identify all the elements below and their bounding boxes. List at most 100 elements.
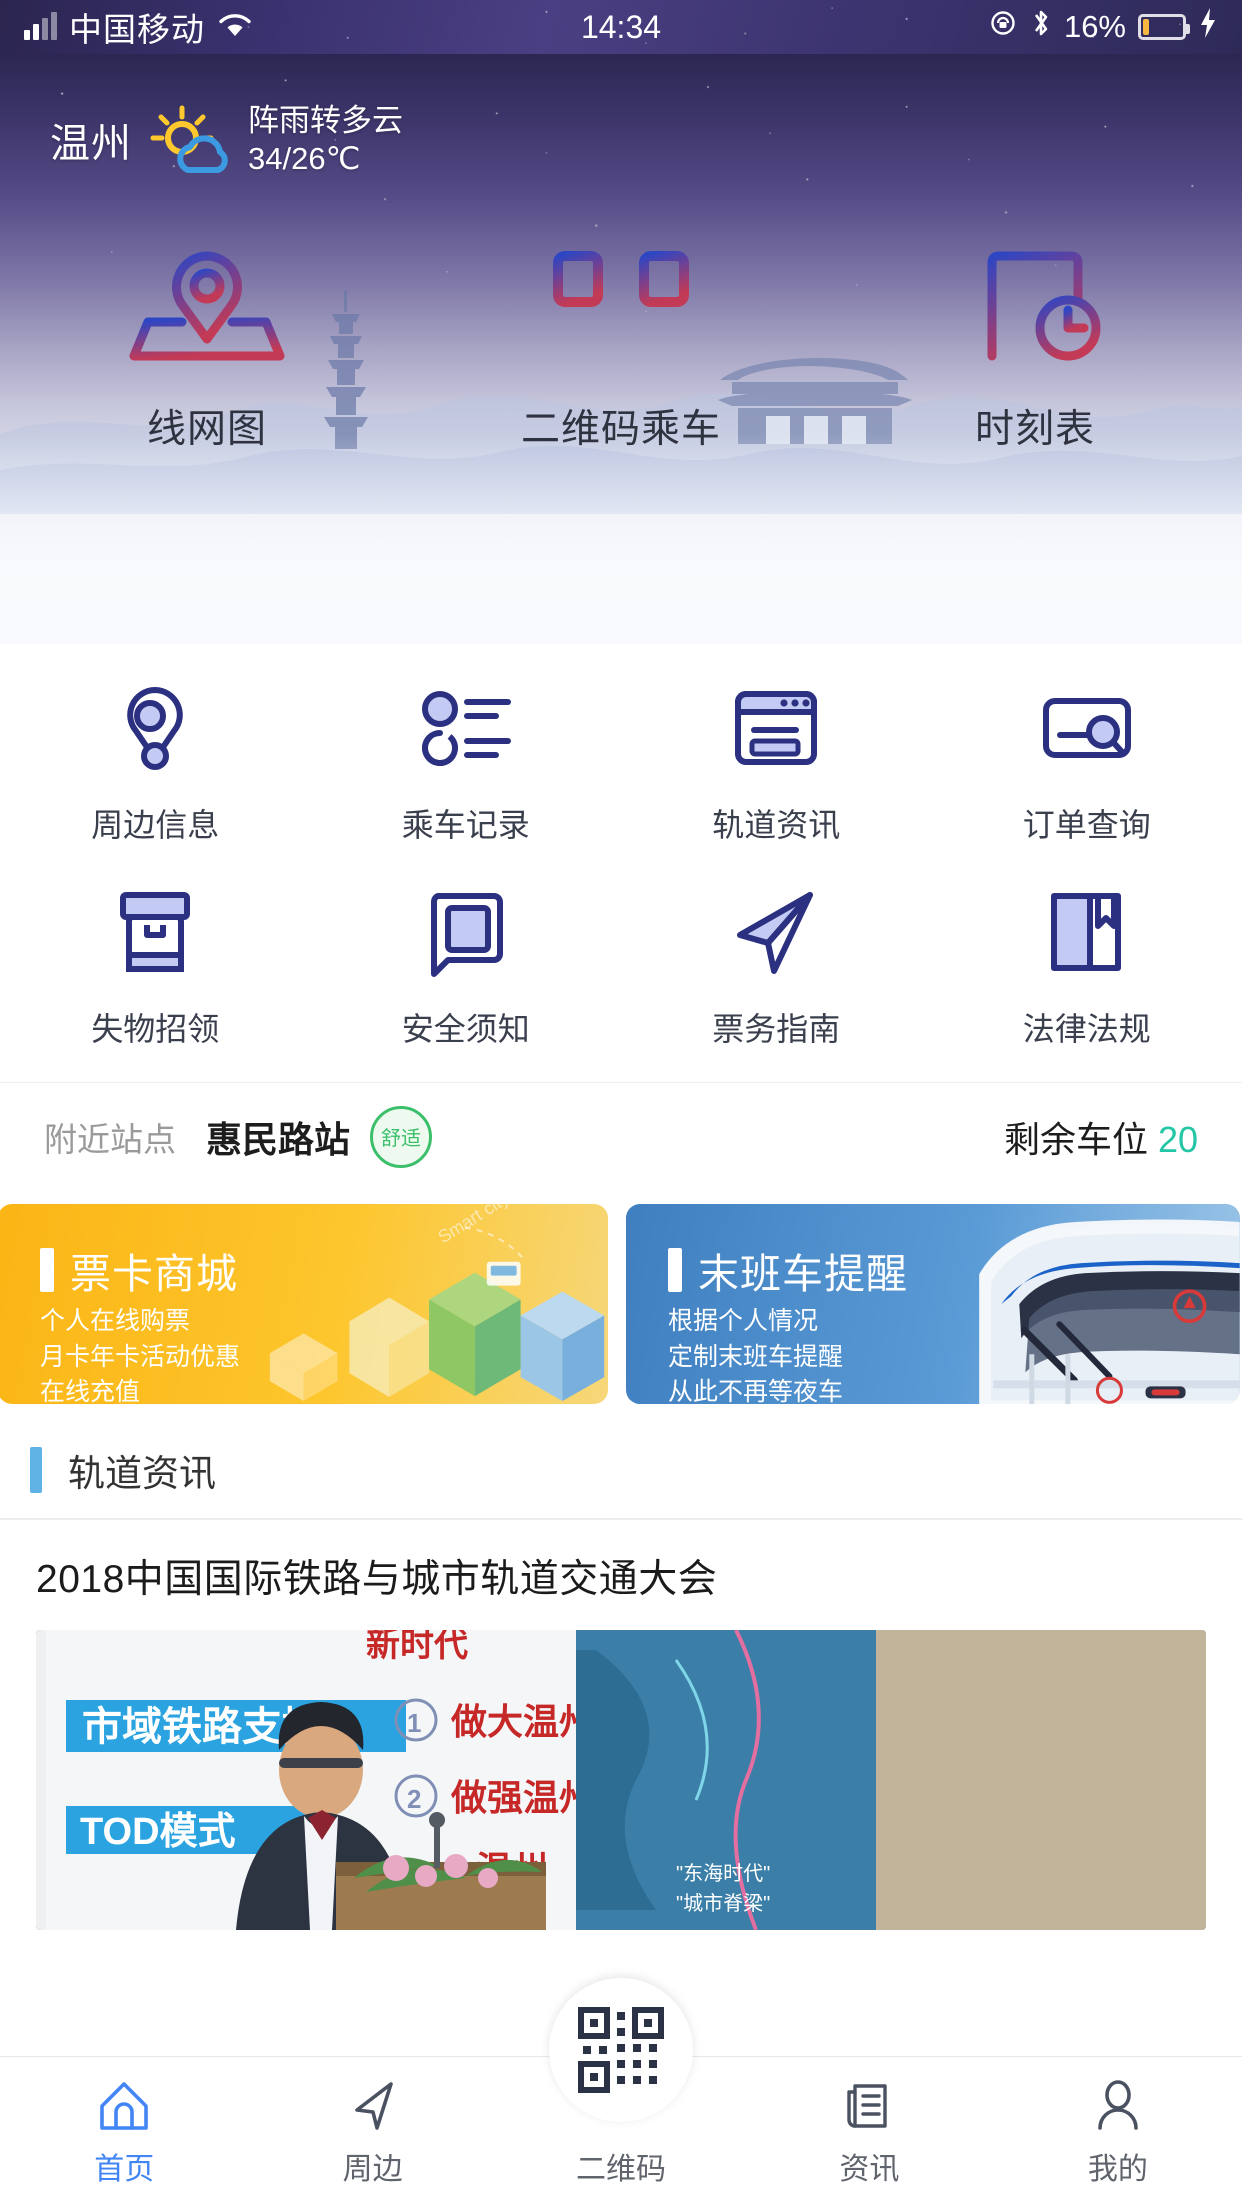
- top-nav-label: 线网图: [146, 408, 267, 451]
- svg-text:2: 2: [407, 1784, 421, 1814]
- promo-title-row: 末班车提醒: [668, 1240, 908, 1300]
- grid-item-label: 票务指南: [712, 1011, 841, 1047]
- parking-availability: 剩余车位 20: [1004, 1111, 1198, 1163]
- grid-item-lost-and-found[interactable]: 失物招领: [0, 860, 311, 1064]
- promo-accent-bar: [668, 1248, 682, 1292]
- chat-bubble-icon: [424, 886, 508, 978]
- home-icon: [96, 2078, 152, 2134]
- svg-text:"城市脊梁": "城市脊梁": [676, 1892, 770, 1915]
- tab-profile[interactable]: 我的: [994, 2057, 1242, 2208]
- feature-grid: 周边信息 乘车记录 轨道资讯 订单查询 失物招领 安全须知 票务指南 法律法规: [0, 644, 1242, 1082]
- top-nav-label: 二维码乘车: [520, 408, 721, 451]
- qr-code-fab[interactable]: [549, 1978, 693, 2122]
- svg-text:做强温州: 做强温州: [450, 1777, 595, 1818]
- tab-nearby[interactable]: 周边: [248, 2057, 496, 2208]
- promo-title: 票卡商城: [70, 1251, 238, 1297]
- nearby-station-name: 惠民路站: [206, 1118, 351, 1160]
- grid-item-label: 法律法规: [1022, 1011, 1151, 1047]
- location-pin-search-icon: [112, 682, 198, 774]
- svg-text:1: 1: [407, 1708, 421, 1738]
- top-nav-item-qr-ride[interactable]: 二维码乘车: [414, 234, 828, 454]
- qr-code-icon: [578, 2007, 664, 2093]
- nearby-station-bar[interactable]: 附近站点 惠民路站 舒适 剩余车位 20: [0, 1082, 1242, 1190]
- comfort-status-badge: 舒适: [370, 1105, 433, 1168]
- tab-label: 资讯: [839, 2152, 900, 2186]
- grid-item-ride-record[interactable]: 乘车记录: [311, 656, 622, 860]
- top-nav-label: 时刻表: [974, 408, 1095, 451]
- promo-subtitle: 个人在线购票 月卡年卡活动优惠 在线充值: [40, 1307, 241, 1404]
- grid-item-laws-regulations[interactable]: 法律法规: [932, 860, 1242, 1064]
- grid-item-label: 轨道资讯: [712, 807, 841, 843]
- news-section-title: 轨道资讯: [68, 1453, 216, 1494]
- weather-temperature-label: 34/26℃: [248, 140, 361, 176]
- tab-home[interactable]: 首页: [0, 2057, 248, 2208]
- promo-card-ticket-shop[interactable]: Smart city 票卡商城 个人在线购票 月卡年卡活动优惠 在线充值: [0, 1204, 608, 1404]
- battery-icon: [1138, 14, 1190, 40]
- weather-text: 阵雨转多云 34/26℃: [248, 102, 403, 178]
- isometric-smart-city-illustration: Smart city: [269, 1204, 605, 1402]
- navigation-arrow-icon: [345, 2078, 401, 2134]
- news-section-header: 轨道资讯: [0, 1422, 1242, 1518]
- grid-item-ticket-guide[interactable]: 票务指南: [621, 860, 932, 1064]
- grid-item-label: 乘车记录: [401, 807, 530, 843]
- news-article-image: 市域铁路支撑 TOD模式 新时代 1 做大温州 2 做强温州 温州 "东海时代"…: [36, 1630, 1206, 1930]
- news-paper-icon: [841, 2078, 897, 2134]
- tab-label: 我的: [1087, 2152, 1148, 2186]
- tab-label: 首页: [94, 2152, 155, 2186]
- document-clock-icon: [950, 234, 1120, 364]
- map-pin-network-icon: [122, 234, 292, 364]
- news-accent-bar: [30, 1447, 42, 1493]
- metro-train-illustration: [979, 1219, 1240, 1404]
- paper-plane-icon: [730, 886, 822, 978]
- open-book-icon: [1044, 886, 1130, 978]
- tab-news[interactable]: 资讯: [745, 2057, 993, 2208]
- top-nav-row: 线网图 二维码乘车 时刻表: [0, 234, 1242, 454]
- status-bar: 中国移动 14:34 16%: [0, 0, 1242, 54]
- news-article-title: 2018中国国际铁路与城市轨道交通大会: [36, 1558, 718, 1601]
- svg-text:TOD模式: TOD模式: [80, 1811, 236, 1853]
- lightning-bolt-icon: [1198, 7, 1218, 47]
- grid-item-label: 安全须知: [401, 1011, 530, 1047]
- weather-widget[interactable]: 温州 阵雨转多云 34/26℃: [50, 102, 403, 178]
- person-icon: [1090, 2078, 1146, 2134]
- battery-percent-label: 16%: [1063, 9, 1126, 44]
- grid-item-rail-news[interactable]: 轨道资讯: [621, 656, 932, 860]
- hero-bottom-fade: [0, 434, 1242, 644]
- feature-grid-row-1: 周边信息 乘车记录 轨道资讯 订单查询: [0, 656, 1242, 860]
- lost-found-box-icon: [113, 886, 197, 978]
- top-nav-item-timetable[interactable]: 时刻表: [828, 234, 1242, 454]
- promo-title: 末班车提醒: [698, 1251, 908, 1297]
- news-article[interactable]: 2018中国国际铁路与城市轨道交通大会 市域铁路支撑 TOD模式 新时代 1 做…: [0, 1520, 1242, 1930]
- promo-subtitle: 根据个人情况 定制末班车提醒 从此不再等夜车: [668, 1307, 844, 1404]
- promo-title-row: 票卡商城: [40, 1240, 238, 1300]
- feature-grid-row-2: 失物招领 安全须知 票务指南 法律法规: [0, 860, 1242, 1064]
- bluetooth-icon: [1030, 7, 1052, 47]
- weather-condition-label: 阵雨转多云: [248, 103, 403, 138]
- parking-count: 20: [1157, 1118, 1198, 1160]
- svg-text:做大温州: 做大温州: [450, 1701, 595, 1742]
- svg-text:"东海时代": "东海时代": [676, 1862, 770, 1885]
- svg-text:新时代: 新时代: [366, 1630, 468, 1664]
- grid-item-order-query[interactable]: 订单查询: [932, 656, 1242, 860]
- weather-city-label: 温州: [50, 121, 132, 166]
- tab-label: 周边: [342, 2152, 403, 2186]
- qr-ride-icon: [536, 234, 706, 364]
- rotation-lock-icon: [988, 8, 1018, 46]
- promo-accent-bar: [40, 1248, 54, 1292]
- grid-item-label: 失物招领: [91, 1011, 220, 1047]
- card-search-icon: [1038, 682, 1136, 774]
- hero-header: 温州 阵雨转多云 34/26℃ 线网图 二维码乘车 时刻表: [0, 54, 1242, 644]
- grid-item-nearby-info[interactable]: 周边信息: [0, 656, 311, 860]
- grid-item-label: 周边信息: [91, 807, 220, 843]
- tab-label: 二维码: [576, 2152, 667, 2186]
- grid-item-label: 订单查询: [1022, 807, 1151, 843]
- promo-card-row: Smart city 票卡商城 个人在线购票 月卡年卡活动优惠 在线充值 末班车…: [0, 1190, 1242, 1404]
- grid-item-safety-notice[interactable]: 安全须知: [311, 860, 622, 1064]
- sun-behind-cloud-icon: [148, 104, 232, 176]
- promo-card-last-train-reminder[interactable]: 末班车提醒 根据个人情况 定制末班车提醒 从此不再等夜车: [626, 1204, 1240, 1404]
- parking-label: 剩余车位: [1003, 1118, 1148, 1160]
- top-nav-item-line-map[interactable]: 线网图: [0, 234, 414, 454]
- list-record-icon: [418, 682, 514, 774]
- browser-news-icon: [730, 682, 822, 774]
- nearby-station-label: 附近站点: [44, 1120, 176, 1158]
